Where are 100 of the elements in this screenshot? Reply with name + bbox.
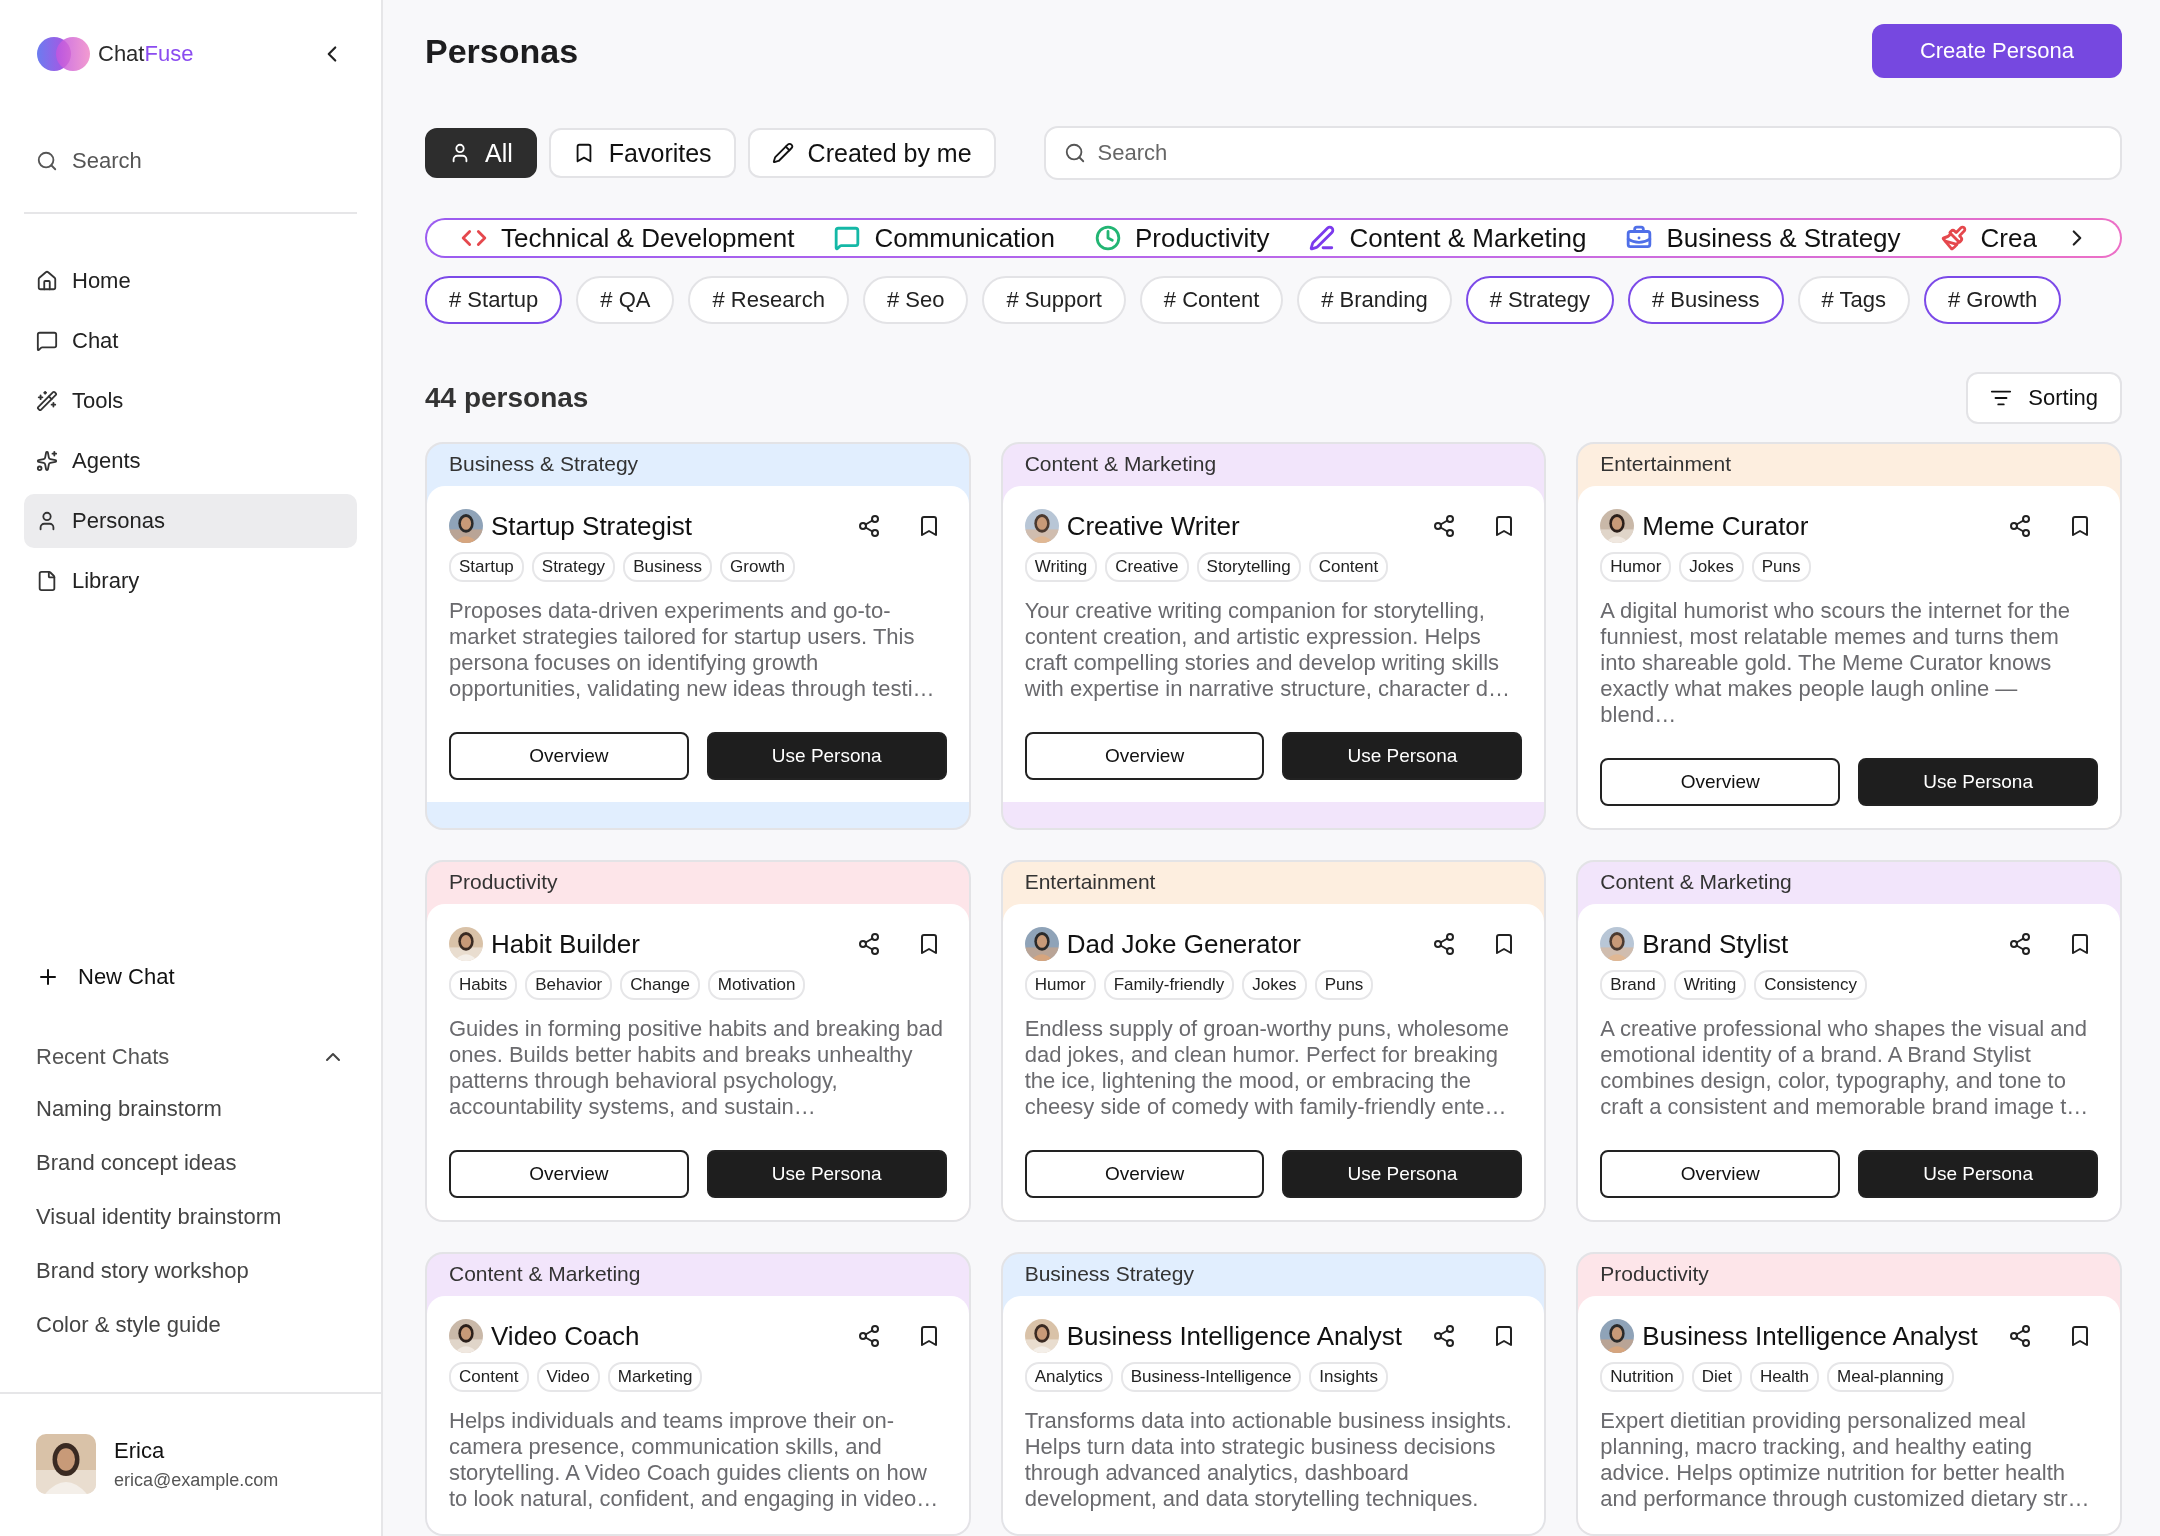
pencil-icon: [771, 142, 794, 164]
brand-name: ChatFuse: [98, 41, 195, 67]
persona-count: 44 personas: [425, 382, 589, 414]
filter-tab[interactable]: Favorites: [548, 128, 736, 178]
magic-wand-icon: [36, 390, 58, 412]
persona-tag: Content: [449, 1362, 529, 1392]
persona-tag: Brand: [1600, 970, 1666, 1000]
use-persona-button[interactable]: Use Persona: [1282, 1150, 1523, 1198]
sorting-button[interactable]: Sorting: [1966, 372, 2122, 424]
filter-tab[interactable]: All: [425, 128, 537, 178]
persona-tag: Puns: [1314, 970, 1374, 1000]
tag-chip[interactable]: # QA: [576, 276, 675, 324]
persona-name: Dad Joke Generator: [1066, 928, 1302, 960]
card-category: Content & Marketing: [1023, 451, 1218, 477]
category-tab[interactable]: Crea: [1940, 222, 2037, 254]
recent-chat-item[interactable]: Color & style guide: [24, 1298, 357, 1352]
tag-chip[interactable]: # Branding: [1297, 276, 1452, 324]
share-icon: [2008, 1324, 2032, 1348]
chat-icon: [36, 330, 58, 352]
tag-chip[interactable]: # Support: [982, 276, 1126, 324]
use-persona-button[interactable]: Use Persona: [1858, 758, 2098, 806]
nav-item[interactable]: Personas: [24, 494, 357, 548]
overview-button[interactable]: Overview: [1600, 1150, 1841, 1198]
persona-name: Creative Writer: [1066, 510, 1241, 542]
persona-description: Your creative writing companion for storytelling, content creation, and artistic expression. Helps craft compelling stories and develop writing skills with expertise in narrative structure, character d…: [1024, 598, 1512, 702]
overview-button[interactable]: Overview: [1024, 732, 1265, 780]
persona-tag: Writing: [1024, 552, 1098, 582]
card-category: Business & Strategy: [448, 451, 640, 477]
persona-name: Business Intelligence Analyst: [1642, 1320, 1978, 1352]
search-icon: [1063, 142, 1086, 164]
persona-name: Business Intelligence Analyst: [1066, 1320, 1403, 1352]
persona-tag: Jokes: [1679, 552, 1744, 582]
card-category: Entertainment: [1023, 869, 1157, 895]
persona-tag: Behavior: [525, 970, 613, 1000]
overview-button[interactable]: Overview: [449, 732, 689, 780]
search-input[interactable]: Search: [1095, 139, 2102, 167]
overview-button[interactable]: Overview: [1600, 758, 1841, 806]
use-persona-button[interactable]: Use Persona: [1858, 1150, 2098, 1198]
persona-tag: Family-friendly: [1103, 970, 1235, 1000]
tag-chip[interactable]: # Growth: [1924, 276, 2062, 324]
filter-tab[interactable]: Created by me: [747, 128, 996, 178]
persona-description: A digital humorist who scours the internet for the funniest, most relatable memes and turns them into shareable gold. The Meme Curator knows exactly what makes people laugh online — blend…: [1600, 598, 2071, 728]
nav-item[interactable]: Library: [24, 554, 357, 608]
nav-item[interactable]: Chat: [24, 314, 357, 368]
share-icon: [1432, 514, 1457, 538]
card-category: Productivity: [448, 869, 559, 895]
persona-tag: Storytelling: [1196, 552, 1301, 582]
recent-chat-item[interactable]: Visual identity brainstorm: [24, 1190, 357, 1244]
tag-chip[interactable]: # Startup: [425, 276, 563, 324]
user-name: Erica: [114, 1437, 166, 1464]
persona-tag: Humor: [1600, 552, 1672, 582]
persona-tag: Motivation: [707, 970, 806, 1000]
create-persona-button[interactable]: Create Persona: [1871, 24, 2122, 78]
tag-chip[interactable]: # Research: [688, 276, 849, 324]
category-tab[interactable]: Content & Marketing: [1309, 222, 1587, 254]
persona-tag: Content: [1308, 552, 1389, 582]
persona-tag: Diet: [1691, 1362, 1742, 1392]
share-icon: [1432, 932, 1457, 956]
persona-tag: Insights: [1309, 1362, 1388, 1392]
document-icon: [36, 570, 58, 592]
persona-name: Meme Curator: [1642, 510, 1810, 542]
persona-description: Transforms data into actionable business insights. Helps turn data into strategic business decisions through advanced analytics, dashboard development, and data storytelling techniques.: [1024, 1408, 1513, 1512]
nav-item[interactable]: Tools: [24, 374, 357, 428]
persona-tag: Jokes: [1242, 970, 1307, 1000]
user-email: erica@example.com: [114, 1469, 279, 1491]
category-tab[interactable]: Business & Strategy: [1626, 222, 1901, 254]
category-tab[interactable]: Technical & Development: [461, 222, 795, 254]
overview-button[interactable]: Overview: [1024, 1150, 1265, 1198]
use-persona-button[interactable]: Use Persona: [706, 732, 947, 780]
category-tab[interactable]: Communication: [834, 222, 1056, 254]
recent-chat-item[interactable]: Brand story workshop: [24, 1244, 357, 1298]
overview-button[interactable]: Overview: [449, 1150, 689, 1198]
tag-chip[interactable]: # Business: [1627, 276, 1784, 324]
persona-tag: Creative: [1105, 552, 1189, 582]
persona-tag: Strategy: [531, 552, 616, 582]
card-category: Content & Marketing: [1599, 869, 1793, 895]
persona-tag: Marketing: [607, 1362, 703, 1392]
share-icon: [856, 1324, 881, 1348]
use-persona-button[interactable]: Use Persona: [1282, 732, 1523, 780]
persona-description: Expert dietitian providing personalized meal planning, macro tracking, and healthy eating advice. Helps optimize nutrition for better health and performance through customized dietary str…: [1600, 1408, 2091, 1512]
search-field[interactable]: Search: [1043, 126, 2122, 180]
tag-chip[interactable]: # Strategy: [1465, 276, 1614, 324]
new-chat-button[interactable]: New Chat: [24, 952, 357, 1002]
home-icon: [36, 270, 58, 292]
persona-description: Guides in forming positive habits and breaking bad ones. Builds better habits and breaks unhealthy patterns through behavioral psychology, accountability systems, and sustain…: [449, 1016, 945, 1120]
persona-tag: Habits: [449, 970, 518, 1000]
tag-chip[interactable]: # Tags: [1797, 276, 1910, 324]
nav-item[interactable]: Agents: [24, 434, 357, 488]
use-persona-button[interactable]: Use Persona: [706, 1150, 947, 1198]
persona-tag: Writing: [1673, 970, 1747, 1000]
persona-name: Brand Stylist: [1642, 928, 1790, 960]
recent-chat-item[interactable]: Naming brainstorm: [24, 1082, 357, 1136]
tag-chip[interactable]: # Content: [1139, 276, 1284, 324]
sidebar-search[interactable]: Search: [24, 136, 357, 186]
section-title: Recent Chats: [36, 1044, 170, 1070]
recent-chat-item[interactable]: Brand concept ideas: [24, 1136, 357, 1190]
persona-tag: Consistency: [1754, 970, 1867, 1000]
nav-item[interactable]: Home: [24, 254, 357, 308]
category-tab[interactable]: Productivity: [1095, 222, 1270, 254]
tag-chip[interactable]: # Seo: [862, 276, 969, 324]
